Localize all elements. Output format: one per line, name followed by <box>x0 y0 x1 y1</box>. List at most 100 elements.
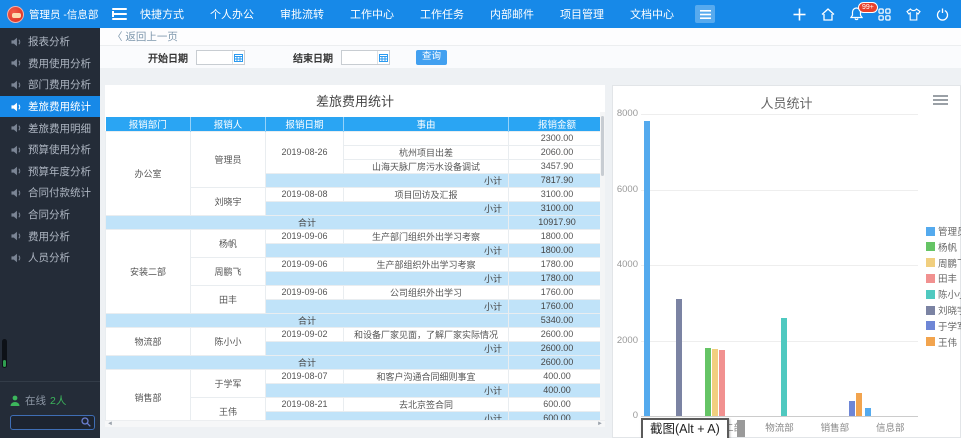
nav-item-0[interactable]: 快捷方式 <box>140 6 184 22</box>
end-date-label: 结束日期 <box>293 53 333 65</box>
query-button[interactable]: 查询 <box>416 49 447 65</box>
speaker-icon <box>11 231 22 241</box>
legend-item[interactable]: 周鹏飞 <box>926 256 961 270</box>
apps-grid-icon[interactable] <box>878 7 891 21</box>
reason-cell <box>343 131 509 146</box>
calendar-icon[interactable] <box>377 50 389 64</box>
y-axis-label: 4000 <box>616 259 638 270</box>
column-header: 报销日期 <box>265 117 344 132</box>
speaker-icon <box>11 58 22 68</box>
chart-bar[interactable] <box>676 298 683 416</box>
sidebar-footer: 在线 2人 <box>0 381 100 430</box>
active-tab-icon[interactable] <box>695 5 715 23</box>
sidebar-search[interactable] <box>10 415 95 430</box>
sidebar-item-0[interactable]: 报表分析 <box>0 31 100 53</box>
topbar: 管理员 -信息部 快捷方式 个人办公 审批流转 工作中心 工作任务 内部邮件 项目管理 文档中… <box>0 0 961 28</box>
nav-item-6[interactable]: 项目管理 <box>560 6 604 22</box>
chart-bar[interactable] <box>712 348 718 416</box>
subtotal-amount: 3100.00 <box>508 200 605 216</box>
amount-cell: 1780.00 <box>508 256 605 272</box>
amount-cell: 400.00 <box>508 368 605 384</box>
reason-cell: 杭州项目出差 <box>343 144 509 160</box>
chart-bar[interactable] <box>855 393 862 416</box>
plus-icon[interactable] <box>793 8 806 21</box>
subtotal-label: 小计 <box>265 382 509 398</box>
sidebar-item-4[interactable]: 差旅费用明细 <box>0 117 100 139</box>
topbar-icons: 99+ <box>793 2 961 21</box>
table-horizontal-scrollbar[interactable]: ◄ ► <box>105 420 605 427</box>
legend-swatch <box>926 337 935 347</box>
nav-item-3[interactable]: 工作中心 <box>350 6 394 22</box>
reason-cell: 项目回访及汇报 <box>343 186 509 202</box>
nav-item-4[interactable]: 工作任务 <box>420 6 464 22</box>
sidebar-item-7[interactable]: 合同付款统计 <box>0 182 100 204</box>
dept-cell: 办公室 <box>105 131 191 216</box>
chart-bar[interactable] <box>849 400 855 416</box>
user-area[interactable]: 管理员 -信息部 <box>0 5 100 23</box>
legend-item[interactable]: 于学军 <box>926 319 961 333</box>
personnel-chart-panel: 人员统计 02000400060008000办公室安装二部物流部销售部信息部 管… <box>612 85 961 438</box>
main-content: 〈 返回上一页 开始日期 结束日期 查询 差旅费用统计 报销部门 报销人 报销日期事… <box>100 28 961 438</box>
expense-row: 办公室 管理员 2019-08-26 2300.00 <box>105 131 605 216</box>
amount-cell: 3457.90 <box>508 158 605 174</box>
amount-cell: 3100.00 <box>508 186 605 202</box>
chart-bar[interactable] <box>643 120 650 416</box>
nav-item-2[interactable]: 审批流转 <box>280 6 324 22</box>
dept-cell: 安装二部 <box>105 228 191 314</box>
sidebar-item-2[interactable]: 部门费用分析 <box>0 74 100 96</box>
bell-icon[interactable]: 99+ <box>850 2 878 21</box>
legend-item[interactable]: 管理员 <box>926 224 961 238</box>
table-vertical-scrollbar[interactable] <box>600 112 605 420</box>
legend-swatch <box>926 226 935 236</box>
scroll-left-icon[interactable]: ◄ <box>107 421 113 427</box>
sidebar-item-3[interactable]: 差旅费用统计 <box>0 95 100 118</box>
subtotal-amount: 7817.90 <box>508 172 605 188</box>
table-header-row: 报销部门 报销人 报销日期 事由 报销金额 <box>105 117 605 132</box>
speaker-icon <box>11 253 22 263</box>
shirt-theme-icon[interactable] <box>906 7 921 21</box>
legend-item[interactable]: 田丰 <box>926 271 957 285</box>
back-link[interactable]: 〈 返回上一页 <box>112 29 178 44</box>
power-icon[interactable] <box>936 8 949 21</box>
scroll-right-icon[interactable]: ► <box>597 421 603 427</box>
expense-table-panel: 差旅费用统计 报销部门 报销人 报销日期 事由 报销金额 办公室 管理员 2019-08-26… <box>105 85 605 427</box>
chart-bar[interactable] <box>865 408 872 416</box>
app-logo-icon <box>7 5 24 23</box>
subtotal-label: 小计 <box>265 298 509 314</box>
total-label: 合计 <box>105 214 509 230</box>
column-header: 报销部门 <box>105 117 191 132</box>
sidebar-scrollbar[interactable] <box>2 339 7 368</box>
chart-bar[interactable] <box>780 317 787 416</box>
nav-item-1[interactable]: 个人办公 <box>210 6 254 22</box>
reason-cell: 山海天脉厂房污水设备调试 <box>343 158 509 174</box>
speaker-icon <box>11 123 22 133</box>
top-nav: 快捷方式 个人办公 审批流转 工作中心 工作任务 内部邮件 项目管理 文档中心 <box>127 6 687 22</box>
calendar-icon[interactable] <box>232 50 244 64</box>
chart-bar[interactable] <box>718 349 725 416</box>
person-cell: 田丰 <box>190 284 266 314</box>
nav-item-7[interactable]: 文档中心 <box>630 6 674 22</box>
speaker-icon <box>11 145 22 155</box>
legend-item[interactable]: 王伟 <box>926 335 957 349</box>
sidebar-item-6[interactable]: 预算年度分析 <box>0 161 100 183</box>
legend-swatch <box>926 305 935 315</box>
sidebar-item-9[interactable]: 费用分析 <box>0 225 100 247</box>
sidebar-item-10[interactable]: 人员分析 <box>0 247 100 269</box>
home-icon[interactable] <box>821 7 835 21</box>
sidebar-item-8[interactable]: 合同分析 <box>0 204 100 226</box>
legend-swatch <box>926 273 935 283</box>
sidebar-toggle-icon[interactable] <box>112 8 127 20</box>
legend-item[interactable]: 陈小小 <box>926 287 961 301</box>
subtotal-label: 小计 <box>265 340 509 356</box>
nav-item-5[interactable]: 内部邮件 <box>490 6 534 22</box>
speaker-icon <box>11 80 22 90</box>
sidebar-item-1[interactable]: 费用使用分析 <box>0 53 100 75</box>
legend-item[interactable]: 刘晓宇 <box>926 303 961 317</box>
legend-item[interactable]: 杨帆 <box>926 240 957 254</box>
chart-bar[interactable] <box>705 348 712 416</box>
search-icon[interactable] <box>81 417 91 427</box>
total-row: 合计 5340.00 <box>105 312 605 328</box>
sidebar-item-5[interactable]: 预算使用分析 <box>0 139 100 161</box>
reason-cell: 生产部组织外出学习考察 <box>343 256 509 272</box>
current-user[interactable]: 管理员 -信息部 <box>29 7 98 22</box>
